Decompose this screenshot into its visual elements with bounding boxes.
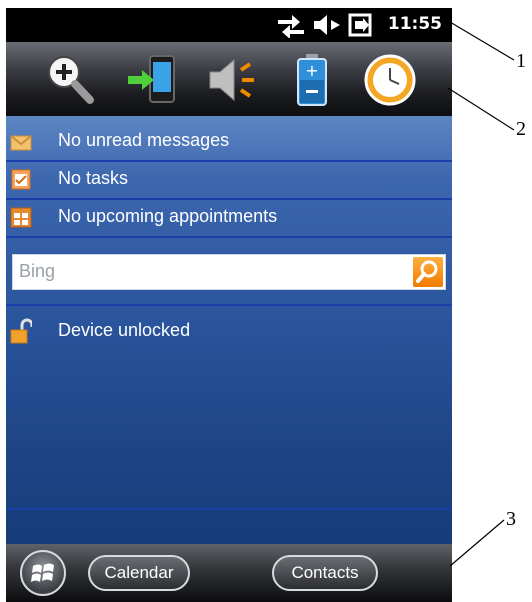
speaker-muted-icon[interactable]	[312, 12, 342, 38]
windows-logo-icon	[31, 563, 54, 582]
sync-phone-icon[interactable]	[124, 52, 180, 108]
search-icon	[416, 260, 438, 283]
messages-status: No unread messages	[58, 130, 230, 150]
svg-text:+: +	[305, 61, 318, 80]
search-button[interactable]	[413, 257, 443, 287]
search-placeholder: Bing	[19, 261, 56, 281]
envelope-icon	[10, 135, 32, 151]
messages-row[interactable]: No unread messages	[6, 124, 452, 162]
callout-label: 1	[516, 50, 526, 72]
unlocked-padlock-icon	[10, 318, 32, 344]
start-button[interactable]	[20, 550, 66, 596]
contacts-soft-key[interactable]: Contacts	[272, 555, 378, 591]
clock-icon[interactable]	[362, 52, 418, 108]
speaker-icon[interactable]	[204, 52, 260, 108]
divider	[6, 508, 452, 510]
device-lock-row[interactable]: Device unlocked	[6, 314, 452, 350]
search-input[interactable]: Bing	[12, 254, 446, 290]
calendar-icon	[10, 207, 32, 228]
calendar-soft-key[interactable]: Calendar	[88, 555, 190, 591]
appointments-row[interactable]: No upcoming appointments	[6, 200, 452, 238]
callout-label: 3	[506, 508, 516, 530]
soft-key-bar: Calendar Contacts	[6, 544, 452, 602]
tasks-row[interactable]: No tasks	[6, 162, 452, 200]
icon-toolbar: +	[6, 42, 452, 116]
status-bar: 11:55	[6, 8, 452, 42]
battery-icon[interactable]: +	[284, 52, 340, 108]
appointments-status: No upcoming appointments	[58, 206, 278, 226]
power-plug-icon[interactable]	[348, 12, 374, 38]
clock-time[interactable]: 11:55	[388, 14, 442, 34]
data-connection-icon[interactable]	[276, 12, 306, 38]
lock-status: Device unlocked	[58, 320, 191, 340]
tasks-icon	[11, 169, 31, 190]
device-screen: 11:55 + No unread messages No tasks No u…	[6, 8, 452, 602]
tasks-status: No tasks	[58, 168, 129, 188]
zoom-icon[interactable]	[42, 52, 98, 108]
callout-label: 2	[516, 118, 526, 140]
divider	[6, 304, 452, 306]
today-screen: No unread messages No tasks No upcoming …	[6, 116, 452, 544]
